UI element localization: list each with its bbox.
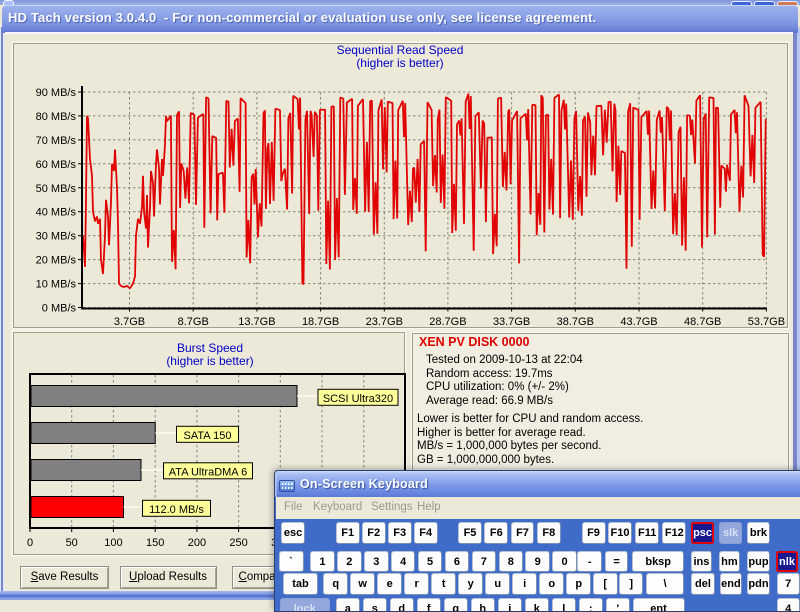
- svg-text:50: 50: [66, 537, 78, 549]
- svg-text:ATA UltraDMA 6: ATA UltraDMA 6: [169, 466, 247, 478]
- svg-text:200: 200: [188, 537, 206, 549]
- svg-text:100: 100: [104, 537, 122, 549]
- svg-text:SATA 150: SATA 150: [184, 430, 232, 442]
- svg-text:0: 0: [27, 537, 33, 549]
- svg-text:SCSI Ultra320: SCSI Ultra320: [323, 393, 393, 405]
- svg-text:250: 250: [229, 537, 247, 549]
- svg-text:112.0 MB/s: 112.0 MB/s: [149, 504, 204, 516]
- svg-text:150: 150: [146, 537, 164, 549]
